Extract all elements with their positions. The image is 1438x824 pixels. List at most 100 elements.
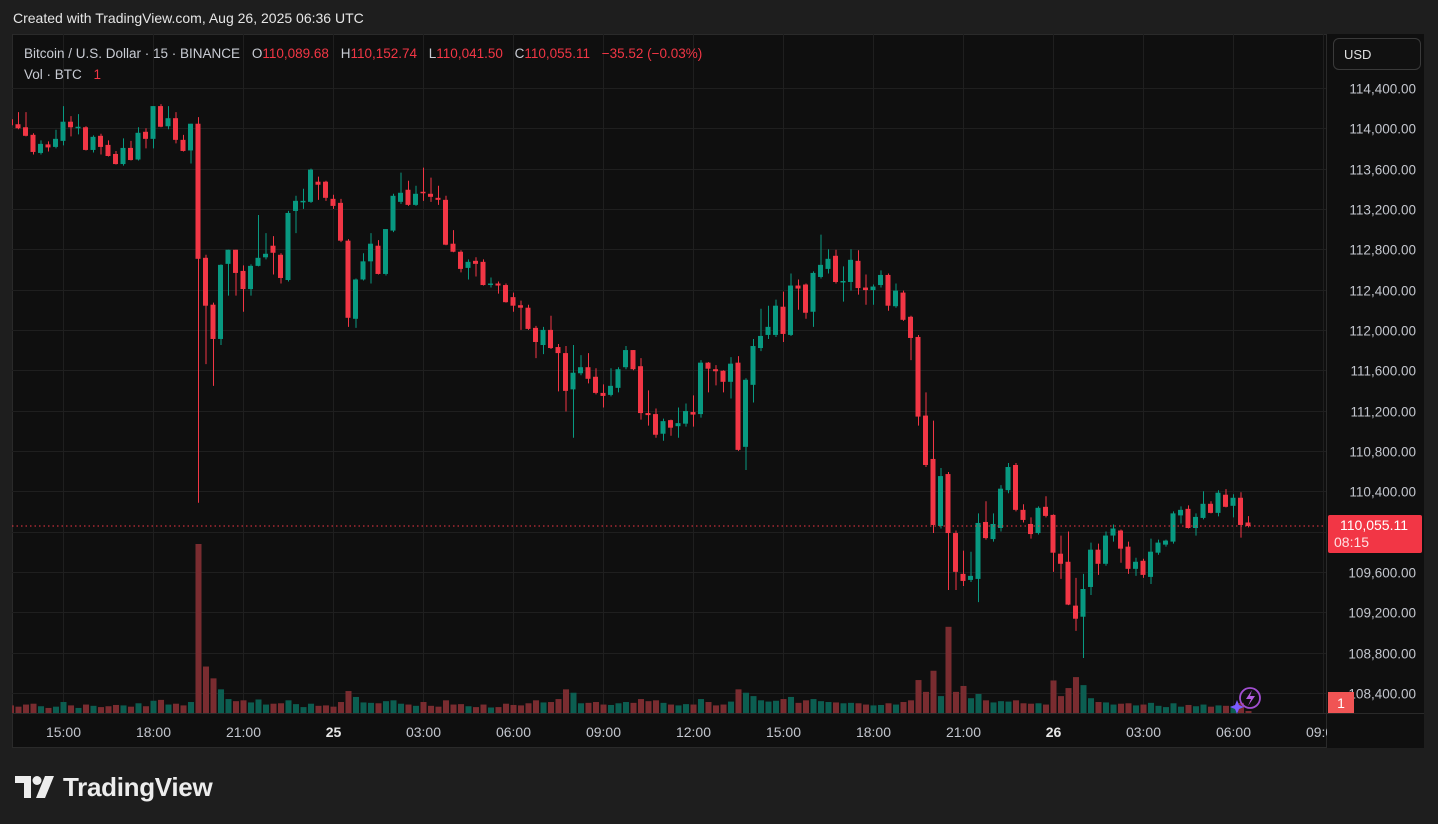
candle-body bbox=[758, 335, 763, 349]
currency-button[interactable]: USD bbox=[1333, 38, 1421, 70]
candle-body bbox=[668, 420, 673, 428]
candle-body bbox=[435, 197, 441, 200]
candle-body bbox=[210, 304, 216, 339]
candle-body bbox=[825, 258, 831, 269]
volume-bar bbox=[653, 700, 659, 713]
candlestick-chart[interactable]: 114,400.00 114,000.00 113,600.00 113,200.00… bbox=[12, 34, 1424, 748]
candle-body bbox=[233, 249, 238, 273]
volume-bar bbox=[420, 702, 427, 713]
volume-bar bbox=[473, 707, 479, 713]
candle-body bbox=[263, 253, 268, 258]
candle-body bbox=[638, 366, 643, 414]
time-tick-label: 26 bbox=[1046, 724, 1062, 740]
candle-body bbox=[1088, 549, 1093, 587]
volume-bar bbox=[720, 704, 727, 713]
candle-body bbox=[660, 421, 666, 434]
volume-bar bbox=[338, 702, 344, 713]
volume-bar bbox=[698, 699, 704, 713]
volume-bar bbox=[540, 702, 547, 713]
volume-bar bbox=[45, 707, 52, 713]
candle-body bbox=[555, 347, 561, 354]
low-value: 110,041.50 bbox=[436, 46, 503, 61]
candle-body bbox=[533, 327, 538, 342]
volume-bar bbox=[765, 701, 772, 713]
volume-bar bbox=[1110, 704, 1117, 713]
candle-body bbox=[1103, 535, 1108, 564]
time-tick-label: 21:00 bbox=[226, 724, 261, 740]
candle-body bbox=[810, 272, 816, 312]
candle-body bbox=[278, 254, 283, 278]
candle-body bbox=[458, 251, 463, 269]
price-tick-label: 109,600.00 bbox=[1348, 566, 1416, 581]
symbol-title[interactable]: Bitcoin / U.S. Dollar · 15 · BINANCE bbox=[24, 46, 240, 61]
volume-bar bbox=[953, 691, 959, 713]
volume-bar bbox=[1245, 711, 1252, 713]
candle-body bbox=[188, 123, 193, 151]
candle-body bbox=[803, 284, 808, 313]
volume-bar bbox=[683, 704, 689, 713]
volume-bar bbox=[165, 704, 172, 713]
volume-bar bbox=[848, 702, 854, 713]
candle-body bbox=[1140, 560, 1146, 575]
candle-body bbox=[38, 143, 43, 153]
candle-body bbox=[870, 286, 876, 291]
candle-body bbox=[150, 106, 156, 139]
volume-bar bbox=[158, 699, 164, 713]
candle-body bbox=[630, 350, 636, 370]
volume-bar bbox=[788, 696, 794, 713]
volume-bar bbox=[315, 705, 322, 713]
volume-bar bbox=[263, 704, 269, 713]
candle-body bbox=[750, 346, 756, 385]
candle-body bbox=[398, 192, 403, 202]
time-tick-label: 06:00 bbox=[1216, 724, 1251, 740]
candle-body bbox=[525, 307, 531, 329]
candle-body bbox=[930, 458, 936, 525]
volume-bar bbox=[968, 698, 974, 713]
candle-body bbox=[383, 229, 388, 274]
volume-bar bbox=[398, 703, 404, 713]
tradingview-logo-text: TradingView bbox=[63, 771, 213, 802]
time-axis: 15:00 18:00 21:00 25 03:00 06:00 09:00 12:00 15:… bbox=[12, 713, 1424, 748]
candle-body bbox=[420, 191, 426, 194]
candle-body bbox=[375, 245, 381, 274]
candle-body bbox=[255, 257, 261, 266]
volume-bar bbox=[480, 704, 487, 713]
volume-bar bbox=[840, 703, 847, 713]
candle-body bbox=[90, 136, 96, 150]
volume-bar bbox=[600, 704, 607, 713]
candle-body bbox=[938, 476, 943, 526]
volume-bar bbox=[1095, 702, 1102, 713]
volume-bar bbox=[218, 689, 224, 713]
candle-body bbox=[128, 147, 133, 161]
volume-label[interactable]: Vol · BTC bbox=[24, 67, 82, 82]
volume-bar bbox=[278, 703, 284, 713]
candle-body bbox=[405, 189, 411, 205]
volume-bar bbox=[728, 701, 734, 713]
tradingview-logo[interactable]: TradingView bbox=[15, 771, 213, 803]
candle-body bbox=[1178, 509, 1183, 516]
candle-body bbox=[540, 329, 546, 346]
candle-body bbox=[960, 573, 966, 581]
volume-bar bbox=[735, 689, 742, 713]
change-value: −35.52 (−0.03%) bbox=[601, 46, 703, 61]
volume-bar bbox=[570, 692, 577, 713]
volume-bar bbox=[833, 702, 839, 713]
volume-bar bbox=[758, 700, 764, 713]
candle-body bbox=[105, 144, 111, 156]
volume-bar bbox=[383, 701, 389, 713]
candle-body bbox=[1080, 588, 1086, 617]
candle-body bbox=[1065, 561, 1071, 605]
last-price-label: 110,055.11 bbox=[1340, 517, 1408, 533]
volume-bar bbox=[893, 704, 899, 713]
candle-body bbox=[998, 488, 1003, 529]
volume-bar bbox=[623, 702, 629, 713]
candle-body bbox=[690, 412, 696, 415]
volume-bar bbox=[450, 704, 457, 713]
bar-countdown: 08:15 bbox=[1334, 534, 1369, 550]
candle-body bbox=[300, 200, 306, 203]
volume-bar bbox=[908, 700, 914, 713]
volume-bar bbox=[495, 707, 502, 713]
candle-body bbox=[15, 124, 21, 129]
volume-bar bbox=[690, 704, 697, 713]
volume-bar bbox=[270, 703, 277, 713]
